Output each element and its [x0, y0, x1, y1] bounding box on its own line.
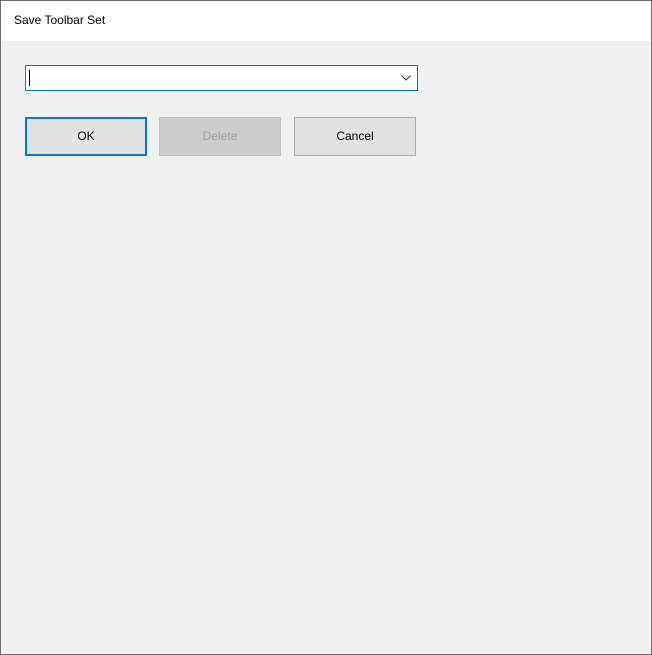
- delete-button: Delete: [159, 117, 281, 156]
- save-toolbar-set-dialog: Save Toolbar Set OK Delete Cancel: [0, 0, 652, 655]
- ok-button[interactable]: OK: [25, 117, 147, 156]
- chevron-down-icon[interactable]: [397, 68, 415, 88]
- toolbar-set-name-combobox[interactable]: [25, 65, 418, 91]
- text-caret: [29, 70, 30, 86]
- dialog-title: Save Toolbar Set: [14, 13, 106, 27]
- title-bar[interactable]: Save Toolbar Set: [1, 1, 651, 41]
- dialog-body: OK Delete Cancel: [1, 41, 651, 654]
- cancel-button[interactable]: Cancel: [294, 117, 416, 156]
